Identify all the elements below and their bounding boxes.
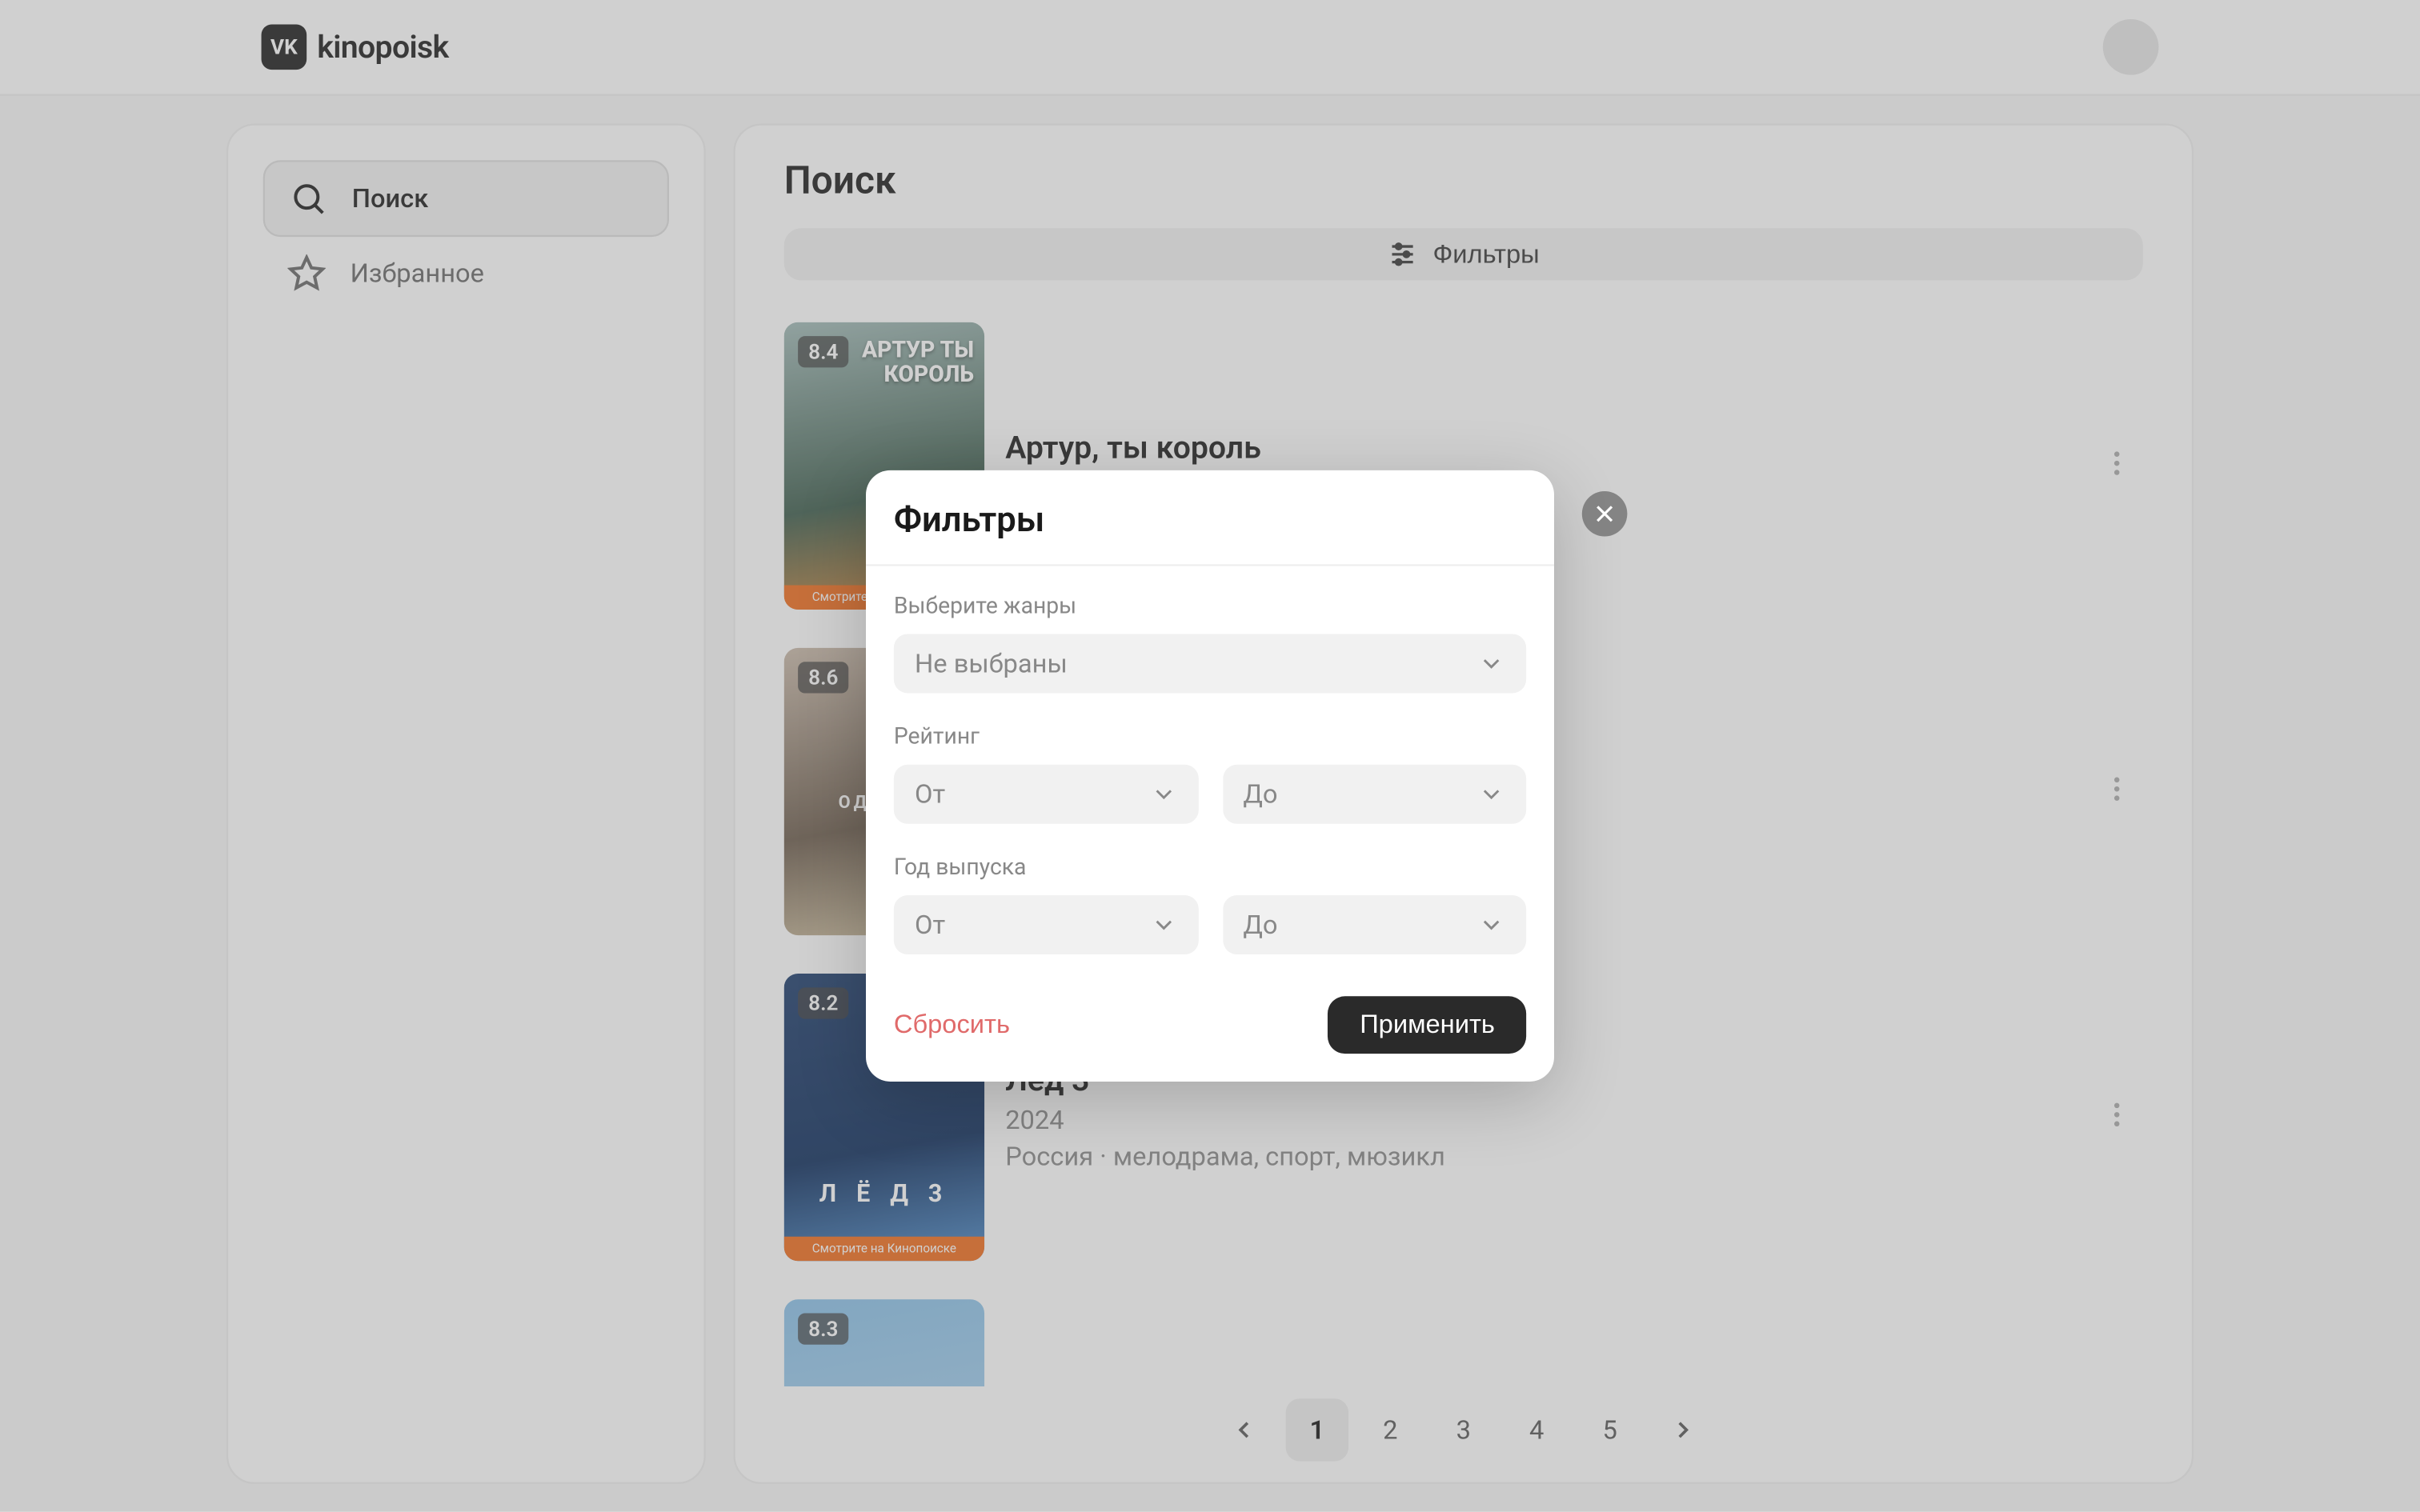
rating-from-select[interactable]: От (894, 765, 1198, 824)
rating-to-select[interactable]: До (1222, 765, 1526, 824)
year-from-select[interactable]: От (894, 895, 1198, 954)
select-placeholder: До (1243, 909, 1277, 940)
select-placeholder: От (915, 778, 945, 810)
chevron-down-icon (1477, 650, 1505, 678)
apply-button[interactable]: Применить (1328, 996, 1526, 1054)
modal-close-button[interactable] (1582, 491, 1628, 537)
reset-button[interactable]: Сбросить (894, 1010, 1010, 1040)
genres-select[interactable]: Не выбраны (894, 634, 1526, 693)
year-field-label: Год выпуска (894, 855, 1526, 882)
modal-title: Фильтры (866, 470, 1554, 566)
rating-field-label: Рейтинг (894, 725, 1526, 751)
chevron-down-icon (1149, 780, 1177, 808)
chevron-down-icon (1149, 911, 1177, 939)
close-icon (1593, 502, 1617, 526)
filters-modal: Фильтры Выберите жанры Не выбраны Рейтин… (866, 470, 1554, 1082)
genres-field-label: Выберите жанры (894, 594, 1526, 620)
chevron-down-icon (1477, 911, 1505, 939)
chevron-down-icon (1477, 780, 1505, 808)
select-placeholder: От (915, 909, 945, 940)
select-placeholder: Не выбраны (915, 648, 1068, 679)
select-placeholder: До (1243, 778, 1277, 810)
year-to-select[interactable]: До (1222, 895, 1526, 954)
